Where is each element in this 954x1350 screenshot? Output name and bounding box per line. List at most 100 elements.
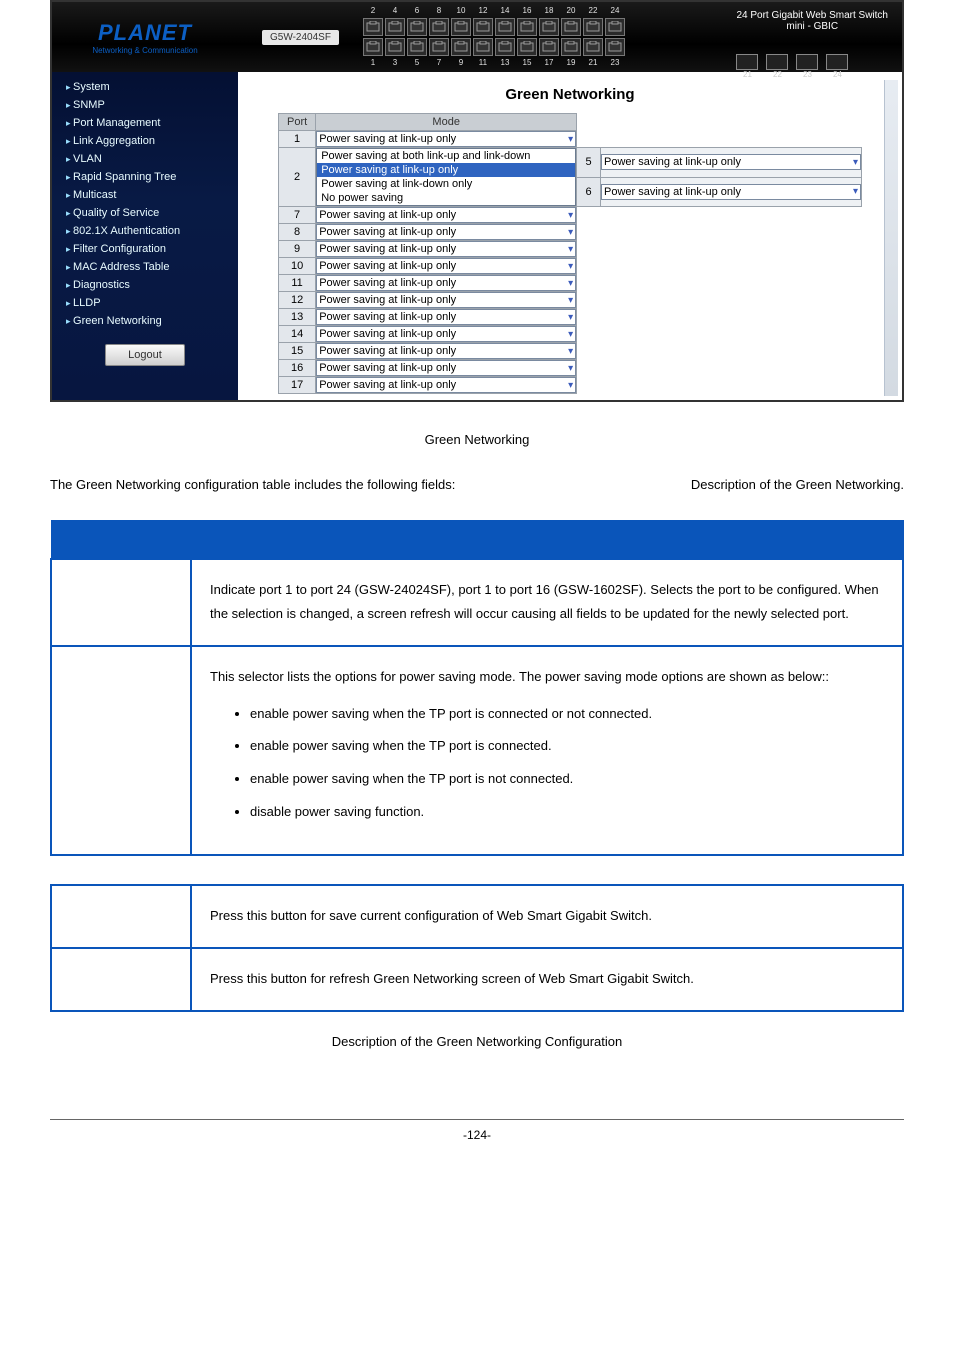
port-indicator	[407, 18, 427, 36]
dropdown-option[interactable]: No power saving	[317, 191, 575, 205]
port-number: 17	[539, 58, 559, 68]
port-number: 5	[407, 58, 427, 68]
figure-caption: Green Networking	[50, 432, 904, 447]
port-number: 15	[517, 58, 537, 68]
page-number: -124-	[50, 1119, 904, 1142]
intro-right: Description of the Green Networking.	[691, 477, 904, 492]
page-title: Green Networking	[278, 86, 862, 103]
intro-left: The Green Networking configuration table…	[50, 477, 455, 492]
sidebar-item-vlan[interactable]: VLAN	[52, 150, 238, 168]
port-indicator	[451, 18, 471, 36]
chevron-down-icon: ▾	[568, 210, 573, 221]
mode-select[interactable]: Power saving at link-up only▾	[316, 309, 576, 325]
sidebar-item-quality-of-service[interactable]: Quality of Service	[52, 204, 238, 222]
table-row: 17Power saving at link-up only▾	[279, 377, 862, 394]
port-number: 16	[517, 6, 537, 16]
desc-row-mode: This selector lists the options for powe…	[51, 646, 903, 855]
port-number: 9	[451, 58, 471, 68]
mode-select[interactable]: Power saving at link-up only▾	[316, 275, 576, 291]
port-indicator	[495, 18, 515, 36]
mode-select[interactable]: Power saving at link-up only▾	[316, 224, 576, 240]
mode-select[interactable]: Power saving at link-up only▾	[601, 154, 861, 170]
mode-select[interactable]: Power saving at link-up only▾	[316, 241, 576, 257]
sidebar-item-rapid-spanning-tree[interactable]: Rapid Spanning Tree	[52, 168, 238, 186]
port-indicator	[517, 38, 537, 56]
header-bar: PLANET Networking & Communication G5W-24…	[52, 2, 902, 72]
mode-bullet: enable power saving when the TP port is …	[250, 763, 884, 796]
dropdown-option[interactable]: Power saving at both link-up and link-do…	[317, 149, 575, 163]
sidebar-item-multicast[interactable]: Multicast	[52, 186, 238, 204]
gbic-label: mini - GBIC	[736, 21, 888, 32]
port-number: 3	[385, 58, 405, 68]
mode-select[interactable]: Power saving at link-up only▾	[316, 343, 576, 359]
mode-select[interactable]: Power saving at link-up only▾	[316, 131, 576, 147]
port-indicator	[385, 18, 405, 36]
chevron-down-icon: ▾	[568, 244, 573, 255]
port-number: 22	[583, 6, 603, 16]
dropdown-option[interactable]: Power saving at link-down only	[317, 177, 575, 191]
sidebar-item-link-aggregation[interactable]: Link Aggregation	[52, 132, 238, 150]
sidebar-item-snmp[interactable]: SNMP	[52, 96, 238, 114]
port-indicator	[605, 38, 625, 56]
mode-select[interactable]: Power saving at link-up only▾	[316, 207, 576, 223]
sidebar-item-filter-configuration[interactable]: Filter Configuration	[52, 240, 238, 258]
mode-select[interactable]: Power saving at link-up only▾	[316, 326, 576, 342]
port-indicator	[385, 38, 405, 56]
sidebar-item-mac-address-table[interactable]: MAC Address Table	[52, 258, 238, 276]
port-indicator	[451, 38, 471, 56]
col-port: Port	[279, 114, 316, 131]
desc-text-refresh: Press this button for refresh Green Netw…	[191, 948, 903, 1011]
mode-select[interactable]: Power saving at link-up only▾	[316, 258, 576, 274]
sidebar-item-diagnostics[interactable]: Diagnostics	[52, 276, 238, 294]
mode-select[interactable]: Power saving at link-up only▾	[316, 377, 576, 393]
port-indicator	[473, 18, 493, 36]
sidebar-item-lldp[interactable]: LLDP	[52, 294, 238, 312]
mode-select[interactable]: Power saving at link-up only▾	[601, 184, 861, 200]
port-number: 20	[561, 6, 581, 16]
gbic-slot	[766, 54, 788, 70]
mode-dropdown-list[interactable]: Power saving at both link-up and link-do…	[316, 148, 576, 206]
port-cell: 16	[279, 360, 316, 377]
desc-text-port: Indicate port 1 to port 24 (GSW-24024SF)…	[191, 559, 903, 646]
table-row: 10Power saving at link-up only▾	[279, 258, 862, 275]
table-row: 15Power saving at link-up only▾	[279, 343, 862, 360]
table-row: 12Power saving at link-up only▾	[279, 292, 862, 309]
table-row: 11Power saving at link-up only▾	[279, 275, 862, 292]
port-number: 12	[473, 6, 493, 16]
mode-cell: Power saving at link-up only▾	[316, 224, 577, 241]
dropdown-option[interactable]: Power saving at link-up only	[317, 163, 575, 177]
port-indicator	[363, 18, 383, 36]
port-number: 2	[363, 6, 383, 16]
sidebar-item-system[interactable]: System	[52, 78, 238, 96]
sidebar-item-802-1x-authentication[interactable]: 802.1X Authentication	[52, 222, 238, 240]
port-indicator	[473, 38, 493, 56]
port-number: 4	[385, 6, 405, 16]
sidebar-item-green-networking[interactable]: Green Networking	[52, 312, 238, 330]
table-row: 1Power saving at link-up only▾	[279, 131, 862, 148]
mode-bullet: enable power saving when the TP port is …	[250, 698, 884, 731]
port-number: 19	[561, 58, 581, 68]
port-number: 10	[451, 6, 471, 16]
mode-select[interactable]: Power saving at link-up only▾	[316, 360, 576, 376]
port-indicator	[561, 18, 581, 36]
port-cell: 13	[279, 309, 316, 326]
port-number: 11	[473, 58, 493, 68]
port-number: 1	[363, 58, 383, 68]
port-cell: 2	[279, 148, 316, 207]
port-number: 7	[429, 58, 449, 68]
header-right-block: 24 Port Gigabit Web Smart Switch mini - …	[736, 10, 888, 79]
mode-cell: Power saving at link-up only▾	[316, 292, 577, 309]
chevron-down-icon: ▾	[568, 134, 573, 145]
mode-cell: Power saving at link-up only▾	[316, 258, 577, 275]
scrollbar[interactable]	[884, 80, 898, 396]
port-number: 21	[583, 58, 603, 68]
mode-cell: Power saving at link-up only▾	[316, 241, 577, 258]
sidebar-item-port-management[interactable]: Port Management	[52, 114, 238, 132]
desc-text-apply: Press this button for save current confi…	[191, 885, 903, 948]
mode-cell: Power saving at link-up only▾	[316, 326, 577, 343]
table-row: 14Power saving at link-up only▾	[279, 326, 862, 343]
mode-select[interactable]: Power saving at link-up only▾	[316, 292, 576, 308]
logout-button[interactable]: Logout	[105, 344, 185, 366]
mode-cell: Power saving at link-up only▾	[316, 343, 577, 360]
port-indicator	[495, 38, 515, 56]
